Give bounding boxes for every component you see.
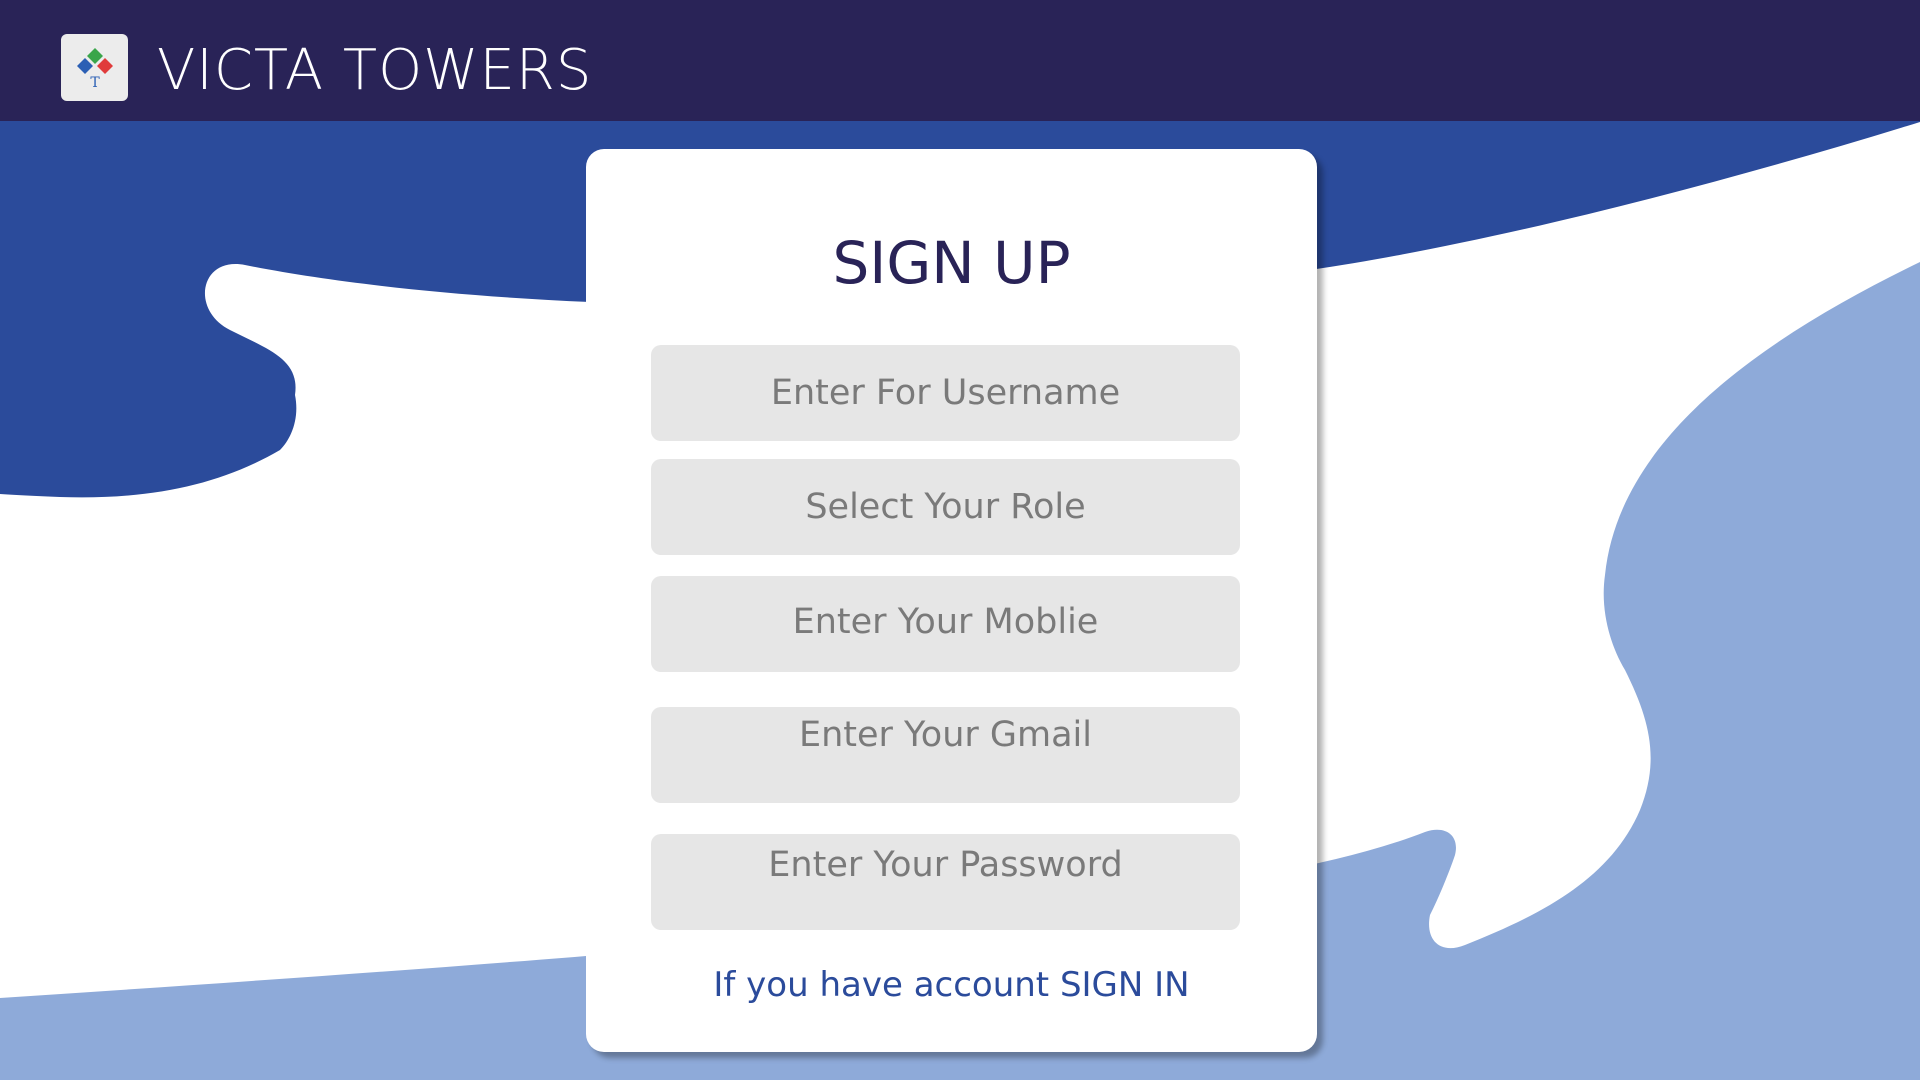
top-bar: T VICTA TOWERS: [0, 0, 1920, 121]
signup-page: T VICTA TOWERS SIGN UP Enter For Usernam…: [0, 0, 1920, 1080]
sign-in-link[interactable]: If you have account SIGN IN: [586, 960, 1317, 1010]
diamond-logo-icon: T: [77, 48, 113, 91]
role-placeholder: Select Your Role: [805, 487, 1086, 527]
password-field[interactable]: Enter Your Password: [651, 834, 1240, 930]
password-placeholder: Enter Your Password: [768, 845, 1123, 885]
brand-name: VICTA TOWERS: [157, 38, 593, 103]
form-title: SIGN UP: [832, 229, 1071, 297]
gmail-field[interactable]: Enter Your Gmail: [651, 707, 1240, 803]
username-field[interactable]: Enter For Username: [651, 345, 1240, 441]
gmail-placeholder: Enter Your Gmail: [798, 715, 1093, 755]
mobile-field[interactable]: Enter Your Moblie: [651, 576, 1240, 672]
role-select[interactable]: Select Your Role: [651, 459, 1240, 555]
mobile-placeholder: Enter Your Moblie: [792, 602, 1099, 642]
username-placeholder: Enter For Username: [770, 373, 1121, 413]
logo-letter: T: [90, 75, 100, 91]
logo[interactable]: T: [61, 34, 128, 101]
